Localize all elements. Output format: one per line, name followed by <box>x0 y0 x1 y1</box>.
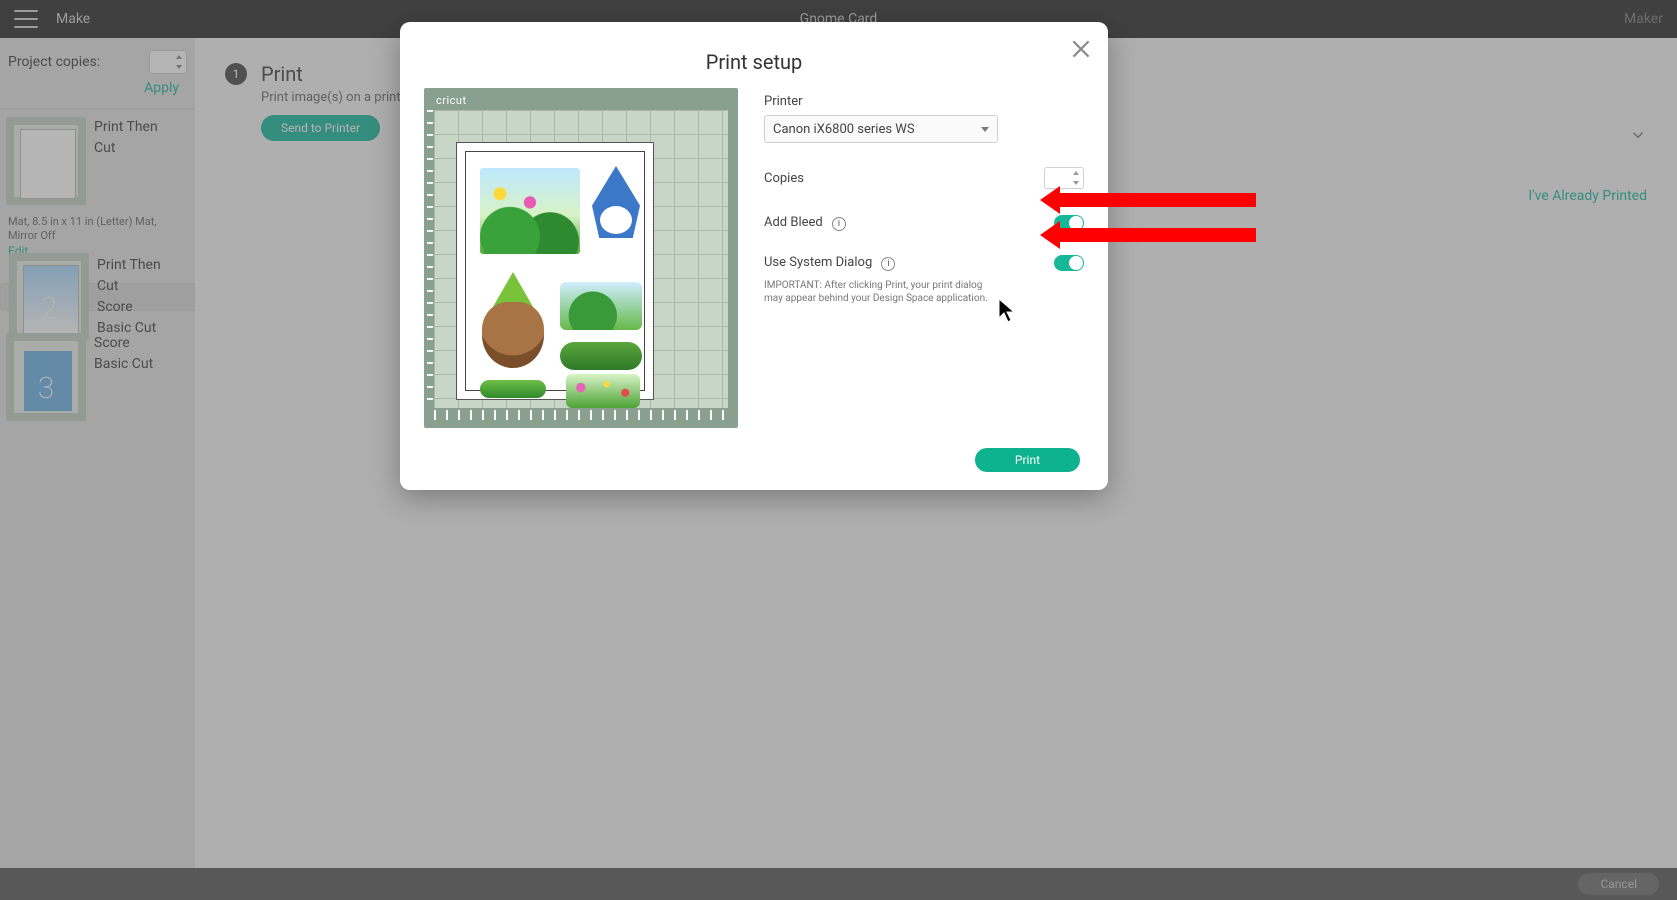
info-icon[interactable]: i <box>832 217 846 231</box>
printer-value: Canon iX6800 series WS <box>773 122 915 137</box>
artwork-bouquet <box>566 374 640 408</box>
close-icon[interactable] <box>1068 36 1094 62</box>
artwork-strip <box>480 380 546 398</box>
system-dialog-label: Use System Dialog <box>764 255 872 270</box>
important-note: IMPORTANT: After clicking Print, your pr… <box>764 277 998 305</box>
print-button[interactable]: Print <box>975 448 1080 472</box>
annotation-arrow-2 <box>1058 228 1256 242</box>
printer-select[interactable]: Canon iX6800 series WS <box>764 115 998 143</box>
cricut-brand: cricut <box>436 94 467 107</box>
dialog-title: Print setup <box>400 22 1108 88</box>
artwork-gnome-green <box>480 272 546 372</box>
artwork-meadow <box>480 168 580 254</box>
info-icon[interactable]: i <box>881 257 895 271</box>
add-bleed-label: Add Bleed <box>764 215 823 230</box>
artwork-gnome-blue <box>592 166 640 238</box>
system-dialog-toggle[interactable] <box>1054 255 1084 271</box>
dropdown-icon <box>981 127 989 132</box>
artwork-bush-2 <box>560 342 642 370</box>
print-setup-dialog: Print setup cricut <box>400 22 1108 490</box>
copies-label: Copies <box>764 171 1044 186</box>
mat-preview: cricut <box>424 88 738 428</box>
artwork-bush-1 <box>560 282 642 330</box>
annotation-arrow-1 <box>1058 193 1256 207</box>
printer-label: Printer <box>764 94 803 109</box>
